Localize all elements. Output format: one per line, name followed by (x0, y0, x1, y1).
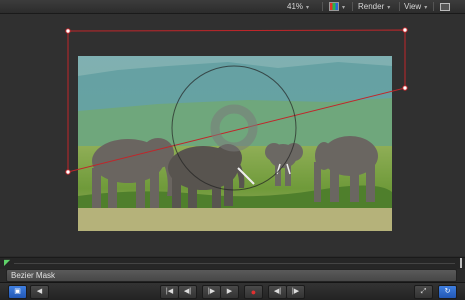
step-forward-button[interactable]: |▶ (202, 285, 221, 299)
play-button[interactable]: ▶ (220, 285, 239, 299)
onscreen-controls-center[interactable] (210, 104, 258, 152)
canvas-toolbar: 41% ▾ ▾ Render ▾ View ▾ (0, 0, 465, 14)
previous-button[interactable]: ◀ (30, 285, 49, 299)
timeline-track[interactable] (14, 263, 455, 264)
toolbar-divider (399, 2, 400, 11)
loop-button[interactable]: ↻ (438, 285, 457, 299)
zoom-menu[interactable]: 41% ▾ (287, 1, 309, 12)
onscreen-controls-ring[interactable] (171, 65, 297, 191)
window-layout-icon (440, 2, 450, 11)
chevron-down-icon: ▾ (306, 5, 310, 11)
toolbar-divider (322, 2, 323, 11)
step-back-button[interactable]: ◀| (178, 285, 197, 299)
canvas-toggle-button[interactable]: ▣ (8, 285, 27, 299)
chevron-down-icon: ▾ (342, 5, 346, 11)
fullscreen-button[interactable]: ⤢ (414, 285, 433, 299)
render-label: Render (358, 2, 385, 11)
layer-name: Bezier Mask (11, 271, 56, 280)
transport-controls: ▣ ◀ |◀ ◀| |▶ ▶ ● ◀| |▶ ⤢ ↻ (0, 282, 465, 300)
view-menu[interactable]: View ▾ (404, 1, 427, 12)
window-layout-menu[interactable] (440, 1, 450, 12)
toolbar-divider (352, 2, 353, 11)
view-label: View (404, 2, 422, 11)
play-range-out-icon[interactable] (460, 258, 462, 268)
rgb-swatch-icon (329, 2, 339, 12)
canvas-area[interactable] (0, 14, 465, 256)
color-channels-menu[interactable]: ▾ (329, 1, 345, 12)
play-range-in-icon[interactable]: ◤ (4, 258, 10, 268)
audio-toggle-button[interactable]: ◀| (268, 285, 287, 299)
mask-overlay[interactable] (0, 14, 465, 256)
chevron-down-icon: ▾ (424, 5, 428, 11)
layer-bar[interactable]: Bezier Mask (6, 269, 457, 282)
zoom-value: 41% (287, 2, 304, 11)
go-to-start-button[interactable]: |◀ (160, 285, 179, 299)
toolbar-divider (433, 2, 434, 11)
mini-timeline[interactable]: ◤ (0, 257, 465, 269)
mask-control-point[interactable] (65, 27, 408, 175)
chevron-down-icon: ▾ (387, 5, 391, 11)
video-toggle-button[interactable]: |▶ (286, 285, 305, 299)
render-menu[interactable]: Render ▾ (358, 1, 390, 12)
record-button[interactable]: ● (244, 285, 263, 299)
